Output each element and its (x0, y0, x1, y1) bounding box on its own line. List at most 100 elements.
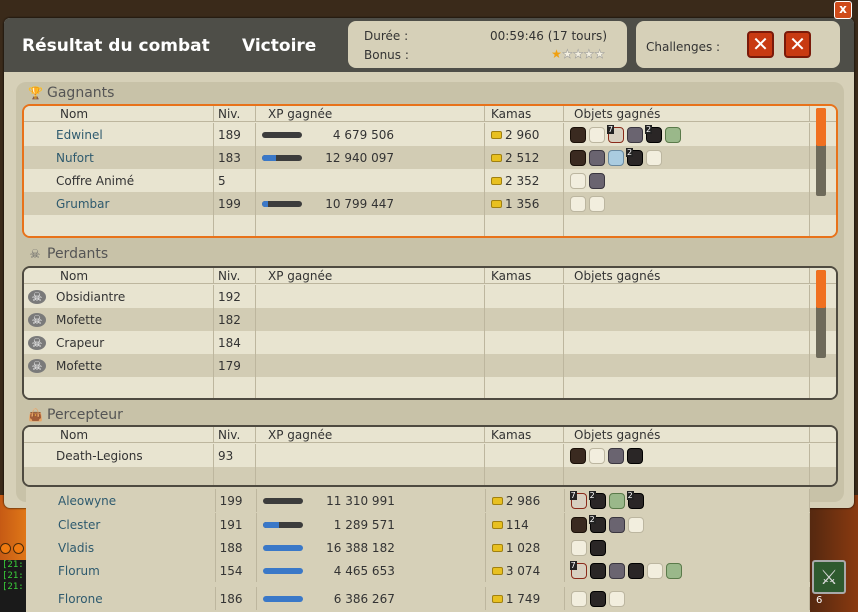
col-objects[interactable]: Objets gagnés (564, 268, 810, 283)
loot-item-icon[interactable] (589, 172, 605, 189)
loot-item-icon[interactable] (627, 126, 643, 143)
loot-item-icon[interactable]: 7 (569, 490, 587, 509)
loot-item-icon[interactable] (570, 149, 586, 166)
loot-item-icon[interactable] (589, 590, 606, 607)
col-level[interactable]: Niv. (214, 427, 256, 442)
player-name[interactable]: Aleowyne (58, 494, 116, 508)
challenge-failed-icon[interactable]: ✕ (784, 31, 811, 58)
player-name[interactable]: Nufort (56, 151, 94, 165)
table-row[interactable]: Clester 191 1 289 571 114 2 (26, 513, 810, 536)
loot-item-icon[interactable] (570, 539, 587, 556)
loot-item-icon[interactable] (608, 590, 625, 607)
col-kamas[interactable]: Kamas (485, 106, 564, 121)
table-row[interactable]: Death-Legions 93 (24, 444, 836, 467)
player-name[interactable]: Death-Legions (56, 449, 143, 463)
table-row[interactable]: Florum 154 4 465 653 3 074 7 (26, 559, 810, 582)
player-name[interactable]: Clester (58, 518, 100, 532)
loot-item-icon[interactable] (570, 590, 587, 607)
scrollbar[interactable] (816, 108, 826, 196)
col-level[interactable]: Niv. (214, 268, 256, 283)
loot-item-icon[interactable]: 2 (626, 490, 644, 509)
kamas-icon (491, 543, 503, 552)
table-row[interactable]: ☠ Obsidiantre 192 (24, 285, 836, 308)
col-xp[interactable]: XP gagnée (256, 268, 485, 283)
table-row[interactable]: Grumbar 199 10 799 447 1 356 (24, 192, 836, 215)
col-level[interactable]: Niv. (214, 106, 256, 121)
player-name[interactable]: Florone (58, 592, 103, 606)
table-row[interactable]: ☠ Mofette 179 (24, 354, 836, 377)
loot-item-icon[interactable] (627, 562, 644, 579)
loot-item-icon[interactable] (646, 562, 663, 579)
hud-smiley-icon[interactable] (13, 543, 24, 554)
losers-table: Nom Niv. XP gagnée Kamas Objets gagnés ☠ Obsid… (22, 266, 838, 400)
player-name[interactable]: Vladis (58, 541, 94, 555)
challenge-failed-icon[interactable]: ✕ (747, 31, 774, 58)
table-row[interactable]: Florone 186 6 386 267 1 749 (26, 587, 810, 610)
player-name[interactable]: Mofette (56, 359, 102, 373)
loot-item-icon[interactable]: 2 (626, 147, 643, 166)
loot-item-icon[interactable]: 2 (588, 514, 606, 533)
loot-item-icon[interactable] (589, 562, 606, 579)
loot-item-icon[interactable] (665, 562, 682, 579)
close-button[interactable]: x (834, 1, 852, 19)
loot-item-icon[interactable] (570, 516, 587, 533)
scrollbar[interactable] (816, 270, 826, 358)
table-row[interactable]: ☠ Crapeur 184 (24, 331, 836, 354)
table-row[interactable]: Edwinel 189 4 679 506 2 960 7 2 (24, 123, 836, 146)
col-objects[interactable]: Objets gagnés (564, 106, 810, 121)
loot-item-icon[interactable] (608, 492, 625, 509)
loot-item-icon[interactable] (570, 447, 586, 464)
loot-item-icon[interactable] (608, 562, 625, 579)
player-name[interactable]: Obsidiantre (56, 290, 125, 304)
col-name[interactable]: Nom (24, 268, 214, 283)
col-xp[interactable]: XP gagnée (256, 106, 485, 121)
player-name[interactable]: Grumbar (56, 197, 109, 211)
kamas-icon (491, 153, 502, 162)
chat-strip[interactable]: [21: [21: [21: (0, 560, 26, 612)
sword-spell-button[interactable]: ⚔ (812, 560, 846, 594)
table-row[interactable]: Aleowyne 199 11 310 991 2 986 7 2 2 (26, 489, 810, 512)
col-kamas[interactable]: Kamas (485, 268, 564, 283)
loot-item-icon[interactable] (589, 447, 605, 464)
loot-item-icon[interactable] (589, 195, 605, 212)
sword-icon: ⚔ (820, 565, 838, 589)
table-row[interactable]: Nufort 183 12 940 097 2 512 2 (24, 146, 836, 169)
bonus-label: Bonus : (364, 48, 409, 62)
loot-item-icon[interactable]: 2 (645, 124, 662, 143)
hud-smiley-icon[interactable] (0, 543, 11, 554)
player-name[interactable]: Edwinel (56, 128, 103, 142)
loot-item-icon[interactable]: 7 (607, 124, 624, 143)
player-name[interactable]: Florum (58, 564, 100, 578)
col-kamas[interactable]: Kamas (485, 427, 564, 442)
loot-item-icon[interactable] (570, 172, 586, 189)
player-name[interactable]: Coffre Animé (56, 174, 134, 188)
loot-item-icon[interactable] (646, 149, 662, 166)
loot-item-icon[interactable] (589, 149, 605, 166)
table-row[interactable]: ☠ Mofette 182 (24, 308, 836, 331)
col-objects[interactable]: Objets gagnés (564, 427, 810, 442)
loot-item-icon[interactable] (570, 126, 586, 143)
loot-item-icon[interactable] (608, 516, 625, 533)
skull-icon: ☠ (29, 247, 41, 261)
loot-item-icon[interactable] (570, 195, 586, 212)
player-name[interactable]: Crapeur (56, 336, 104, 350)
loot-item-icon[interactable]: 2 (588, 490, 606, 509)
scrollbar-thumb[interactable] (816, 108, 826, 146)
kamas-value: 114 (505, 517, 529, 532)
loot-item-icon[interactable] (608, 149, 624, 166)
col-xp[interactable]: XP gagnée (256, 427, 485, 442)
table-row[interactable]: Vladis 188 16 388 182 1 028 (26, 536, 810, 559)
col-name[interactable]: Nom (24, 427, 214, 442)
col-name[interactable]: Nom (24, 106, 214, 121)
kamas-value: 2 986 (505, 493, 541, 508)
loot-item-icon[interactable] (665, 126, 681, 143)
loot-item-icon[interactable]: 7 (569, 560, 587, 579)
loot-item-icon[interactable] (589, 539, 606, 556)
loot-item-icon[interactable] (627, 516, 644, 533)
scrollbar-thumb[interactable] (816, 270, 826, 308)
loot-item-icon[interactable] (589, 126, 605, 143)
table-row[interactable]: Coffre Animé 5 2 352 (24, 169, 836, 192)
player-name[interactable]: Mofette (56, 313, 102, 327)
loot-item-icon[interactable] (627, 447, 643, 464)
loot-item-icon[interactable] (608, 447, 624, 464)
